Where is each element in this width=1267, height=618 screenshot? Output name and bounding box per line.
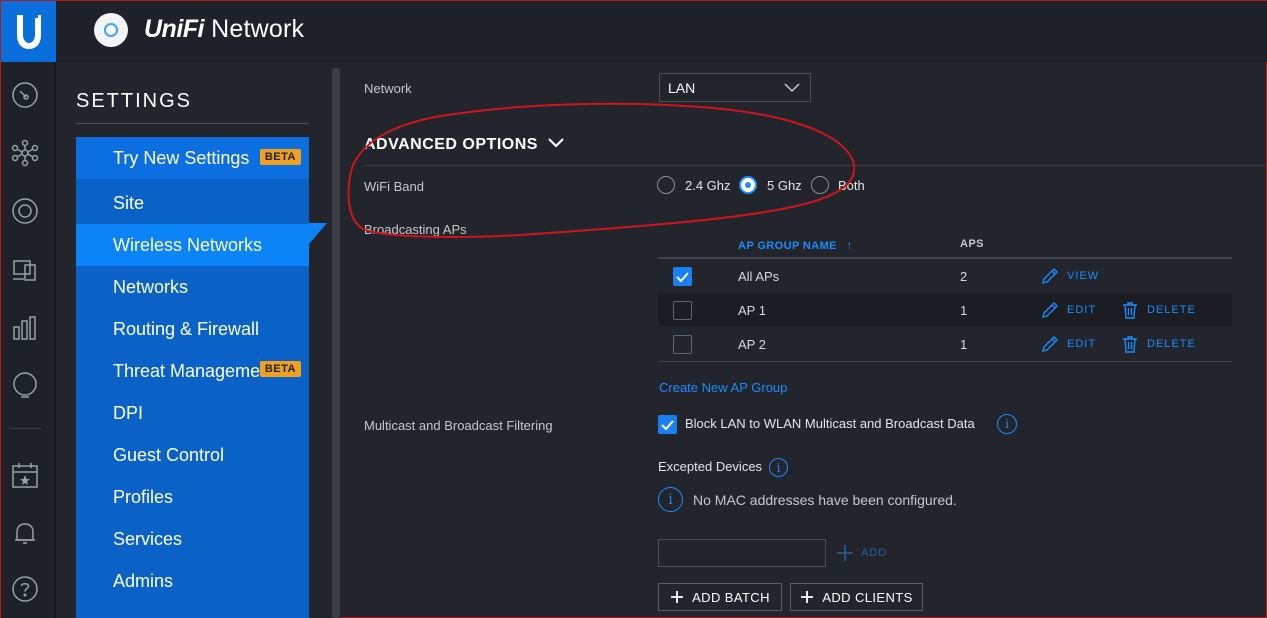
- ap-count: 2: [960, 269, 968, 284]
- alerts-bell-icon[interactable]: [10, 518, 40, 548]
- band-both-radio[interactable]: [811, 176, 829, 194]
- menu-site[interactable]: Site: [76, 182, 309, 224]
- menu-admins[interactable]: Admins: [76, 560, 309, 602]
- beta-badge: BETA: [259, 149, 301, 165]
- advanced-options-toggle[interactable]: ADVANCED OPTIONS: [364, 136, 565, 154]
- section-divider: [364, 165, 1267, 166]
- menu-try-new-settings[interactable]: Try New Settings BETA: [76, 137, 309, 179]
- menu-threat-management[interactable]: Threat Management BETA: [76, 350, 309, 392]
- settings-menu: Try New Settings BETA Site Wireless Netw…: [76, 137, 309, 618]
- menu-services[interactable]: Services: [76, 518, 309, 560]
- rail-divider: [9, 428, 41, 429]
- main-content: Network LAN ADVANCED OPTIONS WiFi Band 2…: [343, 62, 1267, 618]
- settings-scrollbar[interactable]: [332, 68, 340, 618]
- edit-button[interactable]: EDIT: [1041, 301, 1096, 319]
- unifi-device-icon: [94, 13, 128, 47]
- row-checkbox[interactable]: [673, 335, 692, 354]
- trash-icon: [1123, 336, 1137, 353]
- ubiquiti-logo[interactable]: [1, 1, 56, 62]
- band-5ghz-label: 5 Ghz: [767, 178, 802, 193]
- checkmark-icon: [661, 419, 674, 430]
- excepted-devices-label: Excepted Devices: [658, 459, 763, 474]
- table-bottom-divider: [658, 361, 1232, 362]
- menu-networks[interactable]: Networks: [76, 266, 309, 308]
- band-5ghz-radio[interactable]: [739, 176, 757, 194]
- delete-button[interactable]: DELETE: [1121, 301, 1196, 319]
- chevron-down-icon: [548, 138, 564, 148]
- add-batch-button[interactable]: ADD BATCH: [658, 583, 782, 611]
- trash-icon: [1123, 302, 1137, 319]
- menu-dpi[interactable]: DPI: [76, 392, 309, 434]
- topology-icon[interactable]: [10, 138, 40, 168]
- plus-icon: [837, 545, 853, 561]
- insights-icon[interactable]: [10, 370, 40, 400]
- wifi-band-label: WiFi Band: [364, 179, 424, 194]
- menu-wireless-networks[interactable]: Wireless Networks: [76, 224, 309, 266]
- statistics-icon[interactable]: [10, 312, 40, 342]
- pencil-icon: [1042, 336, 1058, 352]
- view-button[interactable]: VIEW: [1041, 267, 1099, 285]
- pencil-icon: [1042, 302, 1058, 318]
- multicast-filtering-label: Multicast and Broadcast Filtering: [364, 418, 553, 433]
- settings-sidebar: SETTINGS Try New Settings BETA Site Wire…: [56, 62, 341, 618]
- band-both-label: Both: [838, 178, 865, 193]
- row-checkbox[interactable]: [673, 301, 692, 320]
- pencil-icon: [1042, 268, 1058, 284]
- network-select[interactable]: LAN: [659, 73, 811, 102]
- ubiquiti-u-icon: [16, 14, 41, 49]
- ap-group-name: AP 2: [738, 337, 766, 352]
- band-24ghz-radio[interactable]: [657, 176, 675, 194]
- ap-group-name: AP 1: [738, 303, 766, 318]
- plus-icon: [671, 591, 684, 603]
- menu-guest-control[interactable]: Guest Control: [76, 434, 309, 476]
- checkmark-icon: [676, 271, 689, 282]
- row-checkbox[interactable]: [673, 267, 692, 286]
- info-icon[interactable]: i: [997, 414, 1017, 434]
- sort-ascending-icon: ↑: [846, 238, 853, 252]
- broadcasting-aps-label: Broadcasting APs: [364, 222, 467, 237]
- plus-icon: [801, 591, 814, 603]
- menu-profiles[interactable]: Profiles: [76, 476, 309, 518]
- block-multicast-label: Block LAN to WLAN Multicast and Broadcas…: [685, 416, 975, 431]
- table-row: AP 1 1 EDIT DELETE: [658, 293, 1232, 327]
- create-ap-group-link[interactable]: Create New AP Group: [659, 380, 787, 395]
- edit-button[interactable]: EDIT: [1041, 335, 1096, 353]
- block-multicast-checkbox[interactable]: [658, 415, 677, 434]
- settings-title: SETTINGS: [76, 90, 193, 112]
- table-row: AP 2 1 EDIT DELETE: [658, 327, 1232, 361]
- dashboard-icon[interactable]: [10, 80, 40, 110]
- aps-header[interactable]: APS: [960, 238, 984, 250]
- info-icon[interactable]: i: [769, 458, 788, 477]
- clients-icon[interactable]: [10, 254, 40, 284]
- active-item-notch: [309, 223, 327, 244]
- no-mac-message: No MAC addresses have been configured.: [693, 492, 957, 508]
- network-label: Network: [364, 81, 412, 96]
- app-title: UniFi Network: [144, 15, 305, 43]
- ap-group-name: All APs: [738, 269, 780, 284]
- help-icon[interactable]: [10, 574, 40, 604]
- chevron-down-icon: [784, 83, 800, 93]
- ap-group-name-header[interactable]: AP GROUP NAME ↑: [738, 238, 853, 252]
- devices-icon[interactable]: [10, 196, 40, 226]
- add-clients-button[interactable]: ADD CLIENTS: [790, 583, 923, 611]
- delete-button[interactable]: DELETE: [1121, 335, 1196, 353]
- band-24ghz-label: 2.4 Ghz: [685, 178, 731, 193]
- settings-divider: [76, 123, 309, 124]
- nav-rail: [1, 62, 56, 618]
- beta-badge: BETA: [259, 361, 301, 377]
- menu-routing-firewall[interactable]: Routing & Firewall: [76, 308, 309, 350]
- ap-count: 1: [960, 337, 968, 352]
- top-bar: UniFi Network: [1, 1, 1267, 62]
- events-calendar-icon[interactable]: [10, 460, 40, 490]
- add-mac-button[interactable]: ADD: [835, 543, 887, 563]
- mac-address-input[interactable]: [658, 539, 826, 567]
- ap-count: 1: [960, 303, 968, 318]
- info-icon: i: [658, 487, 683, 512]
- table-row: All APs 2 VIEW: [658, 259, 1232, 293]
